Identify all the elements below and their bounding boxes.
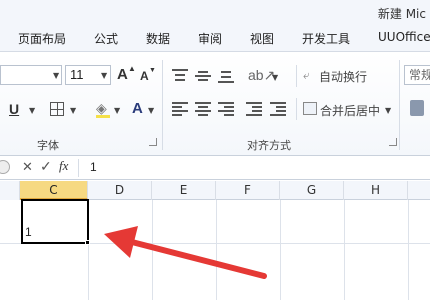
- annotation-arrow-icon: [104, 226, 267, 279]
